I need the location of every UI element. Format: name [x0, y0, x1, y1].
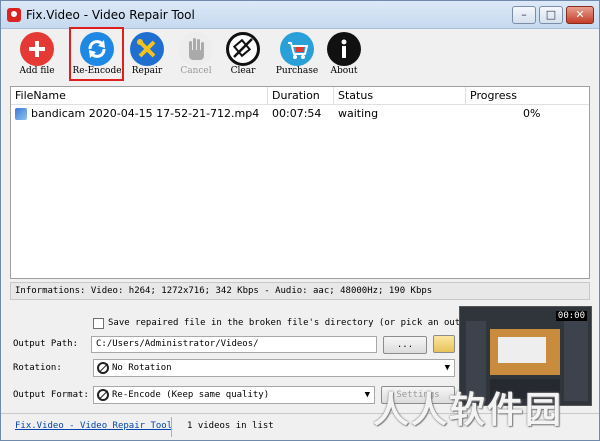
- repair-label: Repair: [131, 66, 163, 76]
- about-label: About: [330, 66, 358, 76]
- minimize-button[interactable]: –: [512, 6, 536, 24]
- about-button[interactable]: About: [316, 29, 372, 81]
- output-path-input[interactable]: C:/Users/Administrator/Videos/: [91, 336, 377, 353]
- rotation-label: Rotation:: [13, 363, 62, 373]
- list-header: FileName Duration Status Progress: [11, 87, 589, 105]
- window-title: Fix.Video - Video Repair Tool: [26, 8, 195, 22]
- row-filename: bandicam 2020-04-15 17-52-21-712.mp4: [31, 107, 260, 120]
- title-bar: Fix.Video - Video Repair Tool – □ ✕: [1, 1, 599, 29]
- info-icon: [327, 32, 361, 66]
- close-button[interactable]: ✕: [566, 6, 594, 24]
- repair-button[interactable]: Repair: [119, 29, 175, 81]
- clear-list-icon: [226, 32, 260, 66]
- add-file-button[interactable]: Add file: [9, 29, 65, 81]
- status-divider: [171, 417, 172, 437]
- column-progress[interactable]: Progress: [470, 89, 517, 102]
- output-format-label: Output Format:: [13, 390, 89, 400]
- chevron-down-icon: ▼: [444, 363, 450, 373]
- row-status: waiting: [338, 107, 379, 120]
- output-format-select[interactable]: Re-Encode (Keep same quality) ▼: [93, 386, 375, 404]
- row-progress: 0%: [523, 107, 541, 120]
- output-path-label: Output Path:: [13, 339, 79, 349]
- chevron-down-icon: ▼: [364, 390, 370, 400]
- maximize-button[interactable]: □: [539, 6, 563, 24]
- no-rotation-icon: [97, 362, 109, 374]
- preview-time: 00:00: [555, 311, 587, 321]
- information-bar: Informations: Video: h264; 1272x716; 342…: [10, 282, 590, 300]
- column-divider: [333, 87, 334, 105]
- wrench-screwdriver-icon: [130, 32, 164, 66]
- rotation-value: No Rotation: [112, 363, 172, 373]
- column-divider: [267, 87, 268, 105]
- column-duration[interactable]: Duration: [272, 89, 320, 102]
- no-rotation-icon: [97, 389, 109, 401]
- app-link[interactable]: Fix.Video - Video Repair Tool: [15, 421, 172, 431]
- browse-button[interactable]: ...: [383, 336, 427, 354]
- column-status[interactable]: Status: [338, 89, 373, 102]
- output-format-value: Re-Encode (Keep same quality): [112, 390, 270, 400]
- hand-stop-icon: [179, 32, 213, 66]
- file-list[interactable]: FileName Duration Status Progress bandic…: [10, 86, 590, 279]
- clear-button[interactable]: Clear: [215, 29, 271, 81]
- add-file-label: Add file: [19, 66, 55, 76]
- plus-icon: [20, 32, 54, 66]
- shopping-cart-icon: [280, 32, 314, 66]
- video-count: 1 videos in list: [187, 421, 274, 431]
- watermark: 人人软件园: [373, 390, 564, 431]
- re-encode-highlight-box: [69, 27, 124, 81]
- column-divider: [465, 87, 466, 105]
- folder-icon[interactable]: [433, 335, 455, 353]
- rotation-select[interactable]: No Rotation ▼: [93, 359, 455, 377]
- app-logo-icon: [7, 8, 21, 22]
- table-row[interactable]: bandicam 2020-04-15 17-52-21-712.mp4 00:…: [11, 105, 589, 123]
- app-window: Fix.Video - Video Repair Tool – □ ✕ Add …: [0, 0, 600, 441]
- clear-label: Clear: [230, 66, 256, 76]
- column-filename[interactable]: FileName: [15, 89, 66, 102]
- save-in-source-dir-label: Save repaired file in the broken file's …: [108, 318, 488, 328]
- video-file-icon: [15, 108, 27, 120]
- save-in-source-dir-checkbox[interactable]: [93, 318, 104, 329]
- row-duration: 00:07:54: [272, 107, 322, 120]
